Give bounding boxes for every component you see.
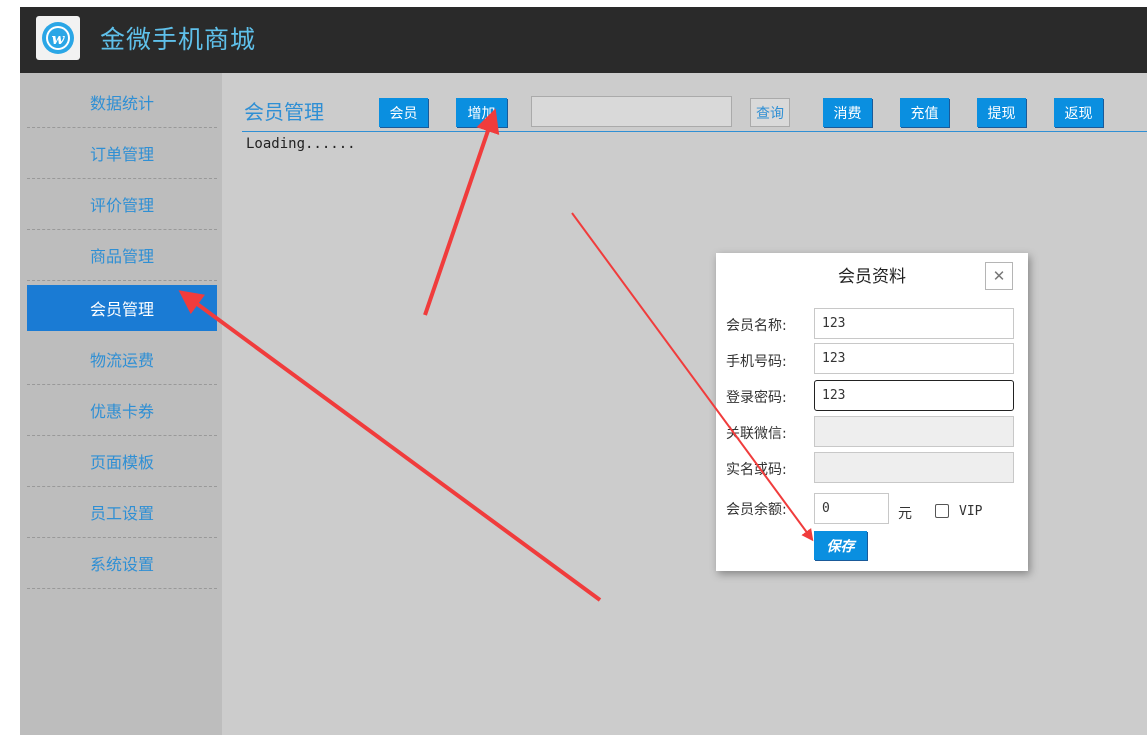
cashback-button[interactable]: 返现	[1054, 98, 1103, 127]
sidebar-item-reviews[interactable]: 评价管理	[27, 179, 217, 230]
close-icon[interactable]: ✕	[985, 262, 1013, 290]
member-name-label: 会员名称:	[726, 318, 787, 334]
page-title: 会员管理	[244, 100, 324, 124]
app-title: 金微手机商城	[100, 25, 257, 54]
toolbar-divider	[242, 131, 1147, 132]
query-button[interactable]: 查询	[750, 98, 790, 127]
balance-field[interactable]: 0	[814, 493, 889, 524]
search-input[interactable]	[531, 96, 732, 127]
balance-label: 会员余额:	[726, 502, 787, 518]
sidebar-item-templates[interactable]: 页面模板	[27, 436, 217, 487]
member-info-dialog: 会员资料 ✕ 会员名称: 123 手机号码: 123 登录密码: 123 关联微…	[716, 253, 1028, 571]
add-button[interactable]: 增加	[456, 98, 507, 127]
sidebar-item-products[interactable]: 商品管理	[27, 230, 217, 281]
wechat-field[interactable]	[814, 416, 1014, 447]
member-name-field[interactable]: 123	[814, 308, 1014, 339]
app-window: w 金微手机商城 数据统计 订单管理 评价管理 商品管理 会员管理 物流运费 优…	[20, 7, 1147, 735]
balance-unit: 元	[898, 506, 912, 522]
sidebar-item-logistics[interactable]: 物流运费	[27, 334, 217, 385]
consume-button[interactable]: 消费	[823, 98, 872, 127]
dialog-title: 会员资料	[838, 267, 906, 287]
sidebar-item-staff[interactable]: 员工设置	[27, 487, 217, 538]
sidebar-item-members[interactable]: 会员管理	[27, 285, 217, 331]
withdraw-button[interactable]: 提现	[977, 98, 1026, 127]
password-field[interactable]: 123	[814, 380, 1014, 411]
member-button[interactable]: 会员	[379, 98, 428, 127]
recharge-button[interactable]: 充值	[900, 98, 949, 127]
top-bar: w 金微手机商城	[20, 7, 1147, 73]
sidebar: 数据统计 订单管理 评价管理 商品管理 会员管理 物流运费 优惠卡券 页面模板 …	[20, 73, 222, 735]
svg-text:w: w	[52, 30, 66, 48]
sidebar-item-coupons[interactable]: 优惠卡券	[27, 385, 217, 436]
loading-text: Loading......	[246, 136, 356, 152]
phone-label: 手机号码:	[726, 354, 787, 370]
vip-checkbox[interactable]	[935, 504, 949, 518]
password-label: 登录密码:	[726, 390, 787, 406]
wechat-label: 关联微信:	[726, 426, 787, 442]
realname-field[interactable]	[814, 452, 1014, 483]
sidebar-item-orders[interactable]: 订单管理	[27, 128, 217, 179]
sidebar-item-system[interactable]: 系统设置	[27, 538, 217, 589]
phone-field[interactable]: 123	[814, 343, 1014, 374]
save-button[interactable]: 保存	[814, 531, 867, 560]
sidebar-item-data-stats[interactable]: 数据统计	[27, 77, 217, 128]
realname-label: 实名或码:	[726, 462, 787, 478]
w-logo-icon: w	[36, 16, 80, 60]
vip-label: VIP	[959, 504, 983, 519]
